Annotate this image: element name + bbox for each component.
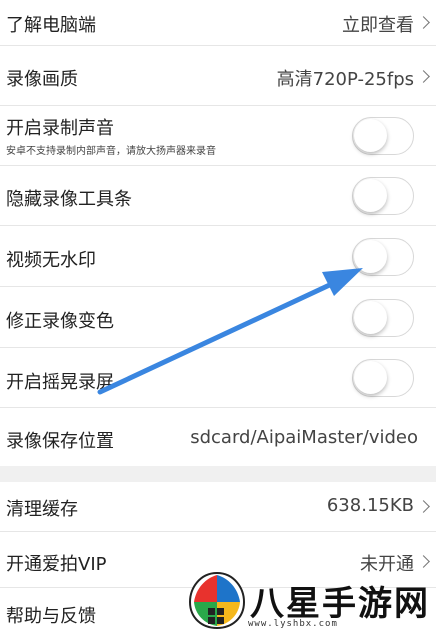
watermark-text: 八星手游网 bbox=[250, 584, 430, 624]
watermark: 八星手游网 www.lyshbx.com bbox=[186, 570, 432, 631]
watermark-url: www.lyshbx.com bbox=[248, 619, 338, 629]
arrow-shaft bbox=[97, 279, 339, 395]
watermark-logo-icon bbox=[188, 571, 246, 630]
arrow-head bbox=[322, 268, 363, 296]
annotation-arrow bbox=[97, 268, 363, 395]
